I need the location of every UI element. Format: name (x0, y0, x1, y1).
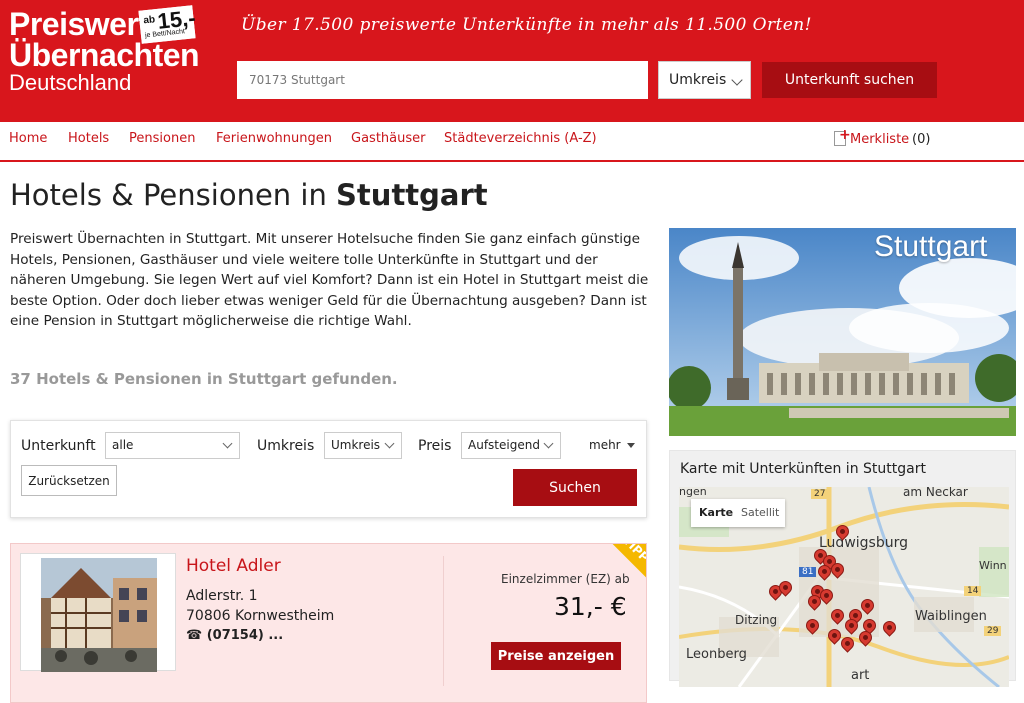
badge-ab: ab (142, 14, 156, 27)
road-number: 29 (984, 626, 1002, 636)
road-number: 14 (964, 586, 982, 596)
filter-price-select[interactable]: Aufsteigend (461, 432, 561, 459)
hotel-name-link[interactable]: Hotel Adler (186, 556, 281, 576)
hotel-photo[interactable] (41, 558, 157, 672)
map-place-label: Ditzing (735, 613, 778, 627)
filter-radius-value: Umkreis (331, 438, 381, 452)
nav-staedteverzeichnis[interactable]: Städteverzeichnis (A-Z) (444, 131, 597, 146)
chevron-down-icon (384, 438, 395, 449)
logo-line-3: Deutschland (9, 70, 132, 95)
site-header: Preiswert Übernachten Deutschland ab 15,… (0, 0, 1024, 122)
merkliste-count: (0) (912, 132, 931, 147)
price-badge: ab 15,- je Bett/Nacht (138, 5, 197, 44)
main-nav: Home Hotels Pensionen Ferienwohnungen Ga… (0, 122, 1024, 162)
more-filters-toggle[interactable]: mehr (589, 438, 635, 452)
merkliste-label: Merkliste (850, 132, 910, 147)
show-prices-button[interactable]: Preise anzeigen (491, 642, 621, 670)
hotel-price: 31,- € (554, 592, 627, 621)
tagline: Über 17.500 preiswerte Unterkünfte in me… (241, 15, 812, 35)
filter-type-value: alle (112, 438, 134, 452)
filter-panel: Unterkunft alle Umkreis Umkreis Preis Au… (10, 420, 647, 518)
filter-search-button[interactable]: Suchen (513, 469, 637, 506)
nav-ferienwohnungen[interactable]: Ferienwohnungen (216, 131, 332, 146)
intro-text: Preiswert Übernachten in Stuttgart. Mit … (10, 231, 649, 329)
map-type-control: Karte Satellit (691, 499, 785, 527)
result-card: Hotel Adler Adlerstr. 1 70806 Kornwesthe… (10, 543, 647, 703)
map-place-label: Leonberg (686, 647, 747, 662)
map-place-label: am Neckar (903, 487, 968, 499)
map-marker-dot (810, 597, 819, 606)
chevron-down-icon (731, 74, 743, 86)
map-marker-dot (863, 601, 872, 610)
map-widget[interactable]: Karte Satellit ngen am Neckar Ludwigsbur… (679, 487, 1009, 687)
card-divider (443, 556, 444, 686)
map-marker-dot (808, 621, 817, 630)
nav-home[interactable]: Home (9, 131, 47, 146)
map-marker-dot (865, 621, 874, 630)
map-place-label: Winn (979, 559, 1007, 572)
road-number: 27 (811, 489, 829, 499)
page-title-city: Stuttgart (336, 178, 488, 212)
reset-button[interactable]: Zurücksetzen (21, 465, 117, 496)
more-filters-label: mehr (589, 438, 621, 452)
chevron-down-icon (543, 438, 554, 449)
hotel-city: 70806 Kornwestheim (186, 608, 335, 624)
filter-radius-label: Umkreis (257, 438, 315, 454)
map-marker-dot (838, 527, 847, 536)
badge-unit: je Bett/Nacht (144, 28, 186, 40)
map-marker-dot (833, 565, 842, 574)
logo-line-2: Übernachten (9, 37, 200, 73)
map-marker-dot (847, 621, 856, 630)
map-place-label: ngen (679, 487, 707, 498)
results-count: 37 Hotels & Pensionen in Stuttgart gefun… (10, 370, 398, 388)
hotel-thumbnail-frame[interactable] (20, 553, 176, 672)
filter-price-label: Preis (418, 438, 452, 454)
chevron-down-icon (222, 438, 233, 449)
map-marker-dot (885, 623, 894, 632)
map-marker-dot (861, 633, 870, 642)
hotel-street: Adlerstr. 1 (186, 588, 258, 604)
map-marker-dot (833, 611, 842, 620)
map-place-label: Waiblingen (915, 609, 987, 624)
filter-type-select[interactable]: alle (105, 432, 240, 459)
filter-price-value: Aufsteigend (468, 438, 540, 452)
map-marker-dot (781, 583, 790, 592)
nav-gasthaeuser[interactable]: Gasthäuser (351, 131, 425, 146)
nav-pensionen[interactable]: Pensionen (129, 131, 195, 146)
map-type-karte[interactable]: Karte (699, 506, 733, 519)
filter-type-label: Unterkunft (21, 438, 96, 454)
map-marker-dot (820, 567, 829, 576)
nav-hotels[interactable]: Hotels (68, 131, 109, 146)
filter-radius-select[interactable]: Umkreis (324, 432, 402, 459)
map-marker-dot (822, 591, 831, 600)
caret-down-icon (627, 443, 635, 448)
location-search-input[interactable] (237, 61, 648, 99)
radius-select[interactable]: Umkreis (658, 61, 751, 99)
map-marker-dot (843, 639, 852, 648)
add-to-list-icon (832, 127, 851, 146)
hotel-phone[interactable]: ☎ (07154) ... (186, 628, 283, 643)
road-number: 81 (799, 567, 817, 577)
search-accommodation-button[interactable]: Unterkunft suchen (762, 62, 937, 98)
map-title: Karte mit Unterkünften in Stuttgart (680, 461, 926, 477)
map-marker-dot (830, 631, 839, 640)
room-type-label: Einzelzimmer (EZ) ab (501, 572, 630, 586)
map-place-label: Ludwigsburg (819, 535, 908, 551)
map-panel: Karte mit Unterkünften in Stuttgart Kart… (669, 450, 1016, 687)
page-title-prefix: Hotels & Pensionen in (10, 178, 337, 212)
page-title: Hotels & Pensionen in Stuttgart (10, 178, 488, 212)
map-type-satellit[interactable]: Satellit (741, 506, 779, 519)
radius-select-label: Umkreis (669, 72, 727, 88)
city-photo-label: Stuttgart (874, 230, 988, 263)
